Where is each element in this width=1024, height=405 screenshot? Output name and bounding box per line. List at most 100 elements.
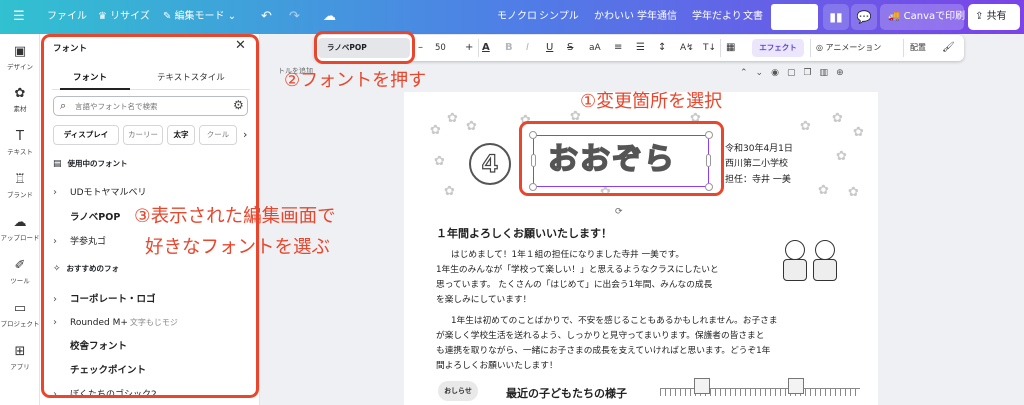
italic-icon[interactable]: I	[526, 35, 529, 61]
font-size-increase[interactable]: +	[465, 35, 473, 61]
font-size-value[interactable]: 50	[435, 35, 446, 61]
body-text-line: 間よろしくお願いいたします！	[436, 361, 558, 371]
text-effects-icon[interactable]: A↯	[680, 35, 694, 61]
link-grade-letter[interactable]: 学年だより	[692, 0, 742, 34]
flower-icon: ✿	[832, 111, 843, 126]
rail-tools[interactable]: ✐ ツール	[0, 258, 40, 285]
child-head	[785, 240, 805, 260]
section-heading: 最近の子どもたちの様子	[506, 387, 627, 400]
link-monochrome[interactable]: モノクロ	[497, 0, 537, 34]
toolbar-divider	[720, 39, 721, 57]
flower-icon: ✿	[434, 154, 445, 169]
copy-style-icon[interactable]: 🖌	[942, 35, 955, 61]
body-text-line: も連携を取りながら、一緒にお子さまの成長を支えていければと思います。どうぞ1年	[436, 346, 771, 356]
annotation-step2: ②フォントを押す	[284, 70, 427, 91]
trash-icon[interactable]: ▥	[820, 68, 837, 78]
letter-case-icon[interactable]: aA	[589, 35, 601, 61]
file-menu[interactable]: ファイル	[47, 0, 87, 34]
body-text-line: はじめまして！1年１組の担任になりました寺井 一美です。	[451, 250, 685, 260]
upload-icon: ☁	[13, 215, 27, 230]
notice-tag: おしらせ	[438, 381, 478, 401]
rail-design[interactable]: ▣ デザイン	[0, 44, 40, 71]
top-bar: ☰ ファイル ♛ リサイズ ✎ 編集モード ⌄ ↶ ↷ ☁ モノクロ シンプル …	[0, 0, 1024, 34]
flower-icon: ✿	[800, 119, 811, 134]
lock-icon[interactable]: ▢	[787, 68, 804, 78]
print-button[interactable]: 🚚 Canvaで印刷	[880, 4, 965, 30]
school-icon	[694, 378, 710, 394]
grade-badge: 4	[469, 143, 511, 185]
toolbar-divider	[903, 39, 904, 57]
cloud-icon[interactable]: ☁	[323, 0, 336, 34]
bold-icon[interactable]: B	[505, 35, 513, 61]
bullet-list-icon[interactable]: ☰	[636, 35, 645, 61]
fence-decoration	[660, 388, 860, 396]
link-cute[interactable]: かわいい	[594, 0, 634, 34]
pencil-icon: ✎	[163, 11, 175, 22]
info-date: 令和30年4月1日	[725, 144, 793, 154]
annotation-step3-line1: ③表示された編集画面で	[134, 206, 336, 227]
chevron-down-icon[interactable]: ⌄	[756, 68, 772, 78]
duplicate-icon[interactable]: ❐	[803, 68, 819, 78]
share-icon: ⇪	[975, 11, 987, 22]
toolbar-divider	[478, 39, 479, 57]
elements-icon: ✿	[14, 86, 26, 101]
rotate-icon[interactable]: ⟳	[615, 207, 623, 217]
page-tools: ⌃⌄◉▢❐▥⊕	[740, 68, 852, 78]
spacing-icon[interactable]: ↕	[658, 35, 666, 61]
vertical-text-icon[interactable]: T↓	[703, 35, 716, 61]
flower-icon: ✿	[848, 185, 859, 200]
child-body	[783, 259, 807, 281]
strikethrough-icon[interactable]: S	[567, 35, 573, 61]
flower-icon: ✿	[430, 123, 441, 138]
analytics-icon[interactable]: ▮▮	[823, 4, 849, 30]
body-text-line: が楽しく学校生活を送れるよう、しっかりと見守ってまいります。保護者の皆さまと	[436, 331, 765, 341]
flower-icon: ✿	[447, 111, 458, 126]
align-left-icon[interactable]: ≡	[614, 35, 622, 61]
child-head	[815, 240, 835, 260]
info-teacher: 担任：寺井 一美	[725, 175, 791, 185]
child-body	[813, 259, 837, 281]
crown-icon: ♛	[98, 11, 111, 22]
edit-mode-button[interactable]: ✎ 編集モード ⌄	[163, 0, 236, 34]
brand-icon: ♖	[14, 172, 26, 187]
rail-brand[interactable]: ♖ ブランド	[0, 172, 40, 199]
user-avatar-box[interactable]	[771, 4, 818, 30]
rail-elements[interactable]: ✿ 素材	[0, 86, 40, 113]
add-page-icon[interactable]: ⊕	[836, 68, 852, 78]
link-grade-newsletter[interactable]: 学年通信	[637, 0, 677, 34]
redo-icon[interactable]: ↷	[289, 0, 300, 34]
flower-icon: ✿	[836, 149, 847, 164]
rail-text[interactable]: T テキスト	[0, 129, 40, 156]
rail-projects[interactable]: ▭ プロジェクト	[0, 301, 40, 328]
font-size-decrease[interactable]: –	[418, 35, 423, 61]
toolbar-divider	[810, 39, 811, 57]
hamburger-icon[interactable]: ☰	[13, 0, 25, 34]
truck-icon: 🚚	[888, 11, 904, 22]
effect-button[interactable]: エフェクト	[752, 39, 804, 57]
annotation-box-font-button	[314, 31, 415, 64]
flower-icon: ✿	[853, 125, 864, 140]
link-document[interactable]: 文書	[743, 0, 763, 34]
undo-icon[interactable]: ↶	[261, 0, 272, 34]
design-icon: ▣	[13, 44, 27, 59]
draw-icon: ✐	[14, 258, 26, 273]
rail-upload[interactable]: ☁ アップロード	[0, 215, 40, 242]
eye-icon[interactable]: ◉	[771, 68, 787, 78]
body-text-line: 1年生は初めてのことばかりで、不安を感じることもあるかもしれません。お子さま	[451, 316, 778, 326]
comment-icon[interactable]: 💬	[851, 4, 877, 30]
rail-apps[interactable]: ⊞ アプリ	[0, 344, 40, 371]
body-text-line: 思っています。 たくさんの「はじめて」に出会う1年間、みんなの成長	[436, 280, 713, 290]
underline-icon[interactable]: U	[546, 35, 553, 61]
child-figure	[782, 240, 808, 286]
text-icon: T	[16, 129, 24, 144]
transparency-icon[interactable]: ▦	[726, 35, 735, 61]
animation-button[interactable]: ◎ アニメーション	[816, 35, 881, 61]
text-color-icon[interactable]: A	[482, 35, 490, 61]
position-button[interactable]: 配置	[910, 35, 926, 61]
share-button[interactable]: ⇪ 共有	[968, 4, 1020, 30]
projects-icon: ▭	[13, 301, 27, 316]
resize-button[interactable]: ♛ リサイズ	[98, 0, 150, 34]
link-simple[interactable]: シンプル	[539, 0, 579, 34]
chevron-down-icon: ⌄	[224, 11, 237, 22]
chevron-up-icon[interactable]: ⌃	[740, 68, 756, 78]
